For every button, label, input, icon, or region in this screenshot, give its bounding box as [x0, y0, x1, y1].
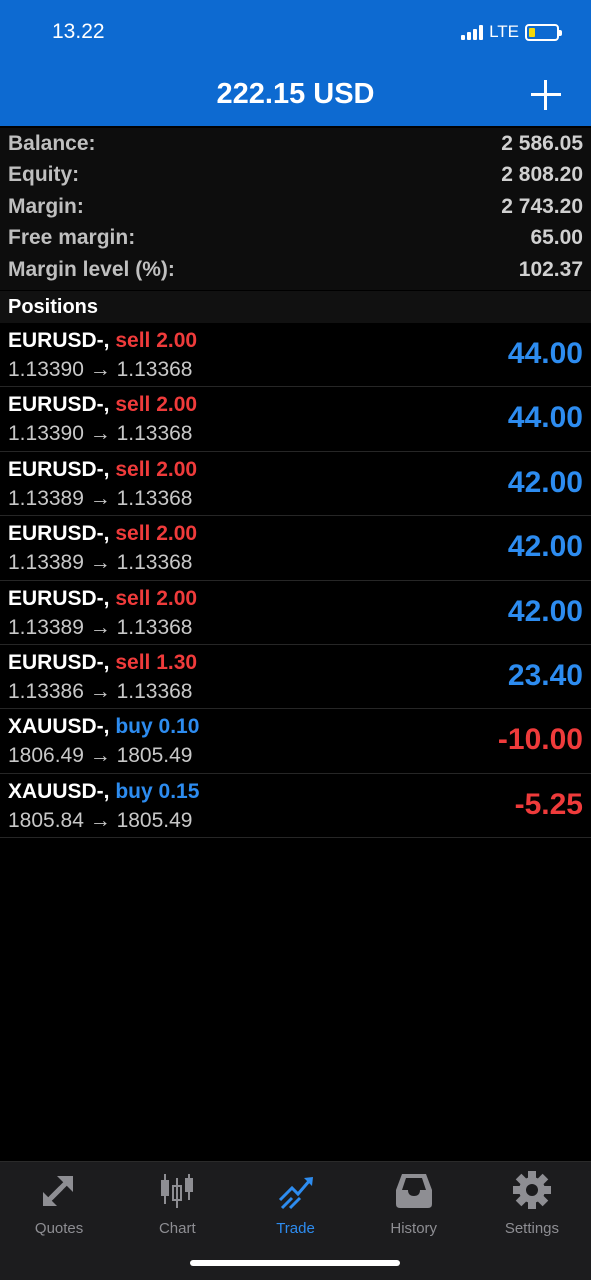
- tab-label: History: [390, 1220, 438, 1237]
- position-action: sell 1.30: [115, 650, 198, 674]
- tab-label: Chart: [158, 1220, 196, 1237]
- summary-row-equity: Equity: 2 808.20: [0, 160, 591, 192]
- position-row[interactable]: EURUSD-, sell 2.00 1.13390 → 1.13368 44.…: [0, 323, 591, 388]
- position-row[interactable]: EURUSD-, sell 2.00 1.13389 → 1.13368 42.…: [0, 452, 591, 517]
- summary-label: Balance:: [8, 131, 96, 155]
- position-action: sell 2.00: [115, 329, 198, 352]
- position-profit: 44.00: [507, 337, 583, 370]
- position-row[interactable]: XAUUSD-, buy 0.15 1805.84 → 1805.49 -5.2…: [0, 774, 591, 839]
- add-order-button[interactable]: [531, 80, 561, 110]
- position-prices: 1.13389 → 1.13368: [8, 486, 193, 510]
- header-bar: 13.22 LTE 222.15 USD: [0, 0, 591, 126]
- position-symbol: XAUUSD-,: [8, 715, 110, 739]
- position-symbol: EURUSD-,: [8, 522, 110, 546]
- battery-icon: [525, 23, 562, 41]
- position-profit: 42.00: [507, 594, 583, 628]
- position-prices: 1806.49 → 1805.49: [8, 744, 193, 768]
- summary-row-free-margin: Free margin: 65.00: [0, 223, 591, 255]
- position-prices: 1.13390 → 1.13368: [8, 358, 193, 381]
- position-row[interactable]: EURUSD-, sell 2.00 1.13389 → 1.13368 42.…: [0, 581, 591, 645]
- summary-row-balance: Balance: 2 586.05: [0, 128, 591, 160]
- position-action: sell 2.00: [115, 393, 198, 417]
- summary-value: 65.00: [530, 226, 583, 250]
- position-symbol: XAUUSD-,: [8, 779, 110, 803]
- summary-row-margin: Margin: 2 743.20: [0, 191, 591, 223]
- summary-value: 2 743.20: [501, 194, 583, 218]
- position-profit: 42.00: [507, 530, 583, 564]
- chart-icon: [157, 1170, 197, 1210]
- position-prices: 1.13386 → 1.13368: [8, 679, 193, 703]
- position-row[interactable]: EURUSD-, sell 2.00 1.13389 → 1.13368 42.…: [0, 516, 591, 581]
- position-symbol: EURUSD-,: [8, 457, 110, 481]
- account-profit-title: 222.15 USD: [216, 78, 375, 110]
- tab-settings[interactable]: Settings: [473, 1162, 591, 1280]
- position-symbol: EURUSD-,: [8, 586, 110, 610]
- trade-icon: [276, 1170, 316, 1210]
- tab-label: Trade: [276, 1220, 315, 1237]
- position-row[interactable]: EURUSD-, sell 1.30 1.13386 → 1.13368 23.…: [0, 645, 591, 710]
- position-action: sell 2.00: [115, 522, 198, 546]
- position-symbol: EURUSD-,: [8, 650, 110, 674]
- position-profit: -10.00: [497, 723, 583, 757]
- position-symbol: EURUSD-,: [8, 329, 110, 352]
- account-summary: Balance: 2 586.05 Equity: 2 808.20 Margi…: [0, 128, 591, 290]
- position-profit: 23.40: [507, 658, 583, 692]
- position-row[interactable]: EURUSD-, sell 2.00 1.13390 → 1.13368 44.…: [0, 387, 591, 452]
- position-profit: 42.00: [507, 465, 583, 499]
- positions-section-title: Positions: [0, 291, 591, 323]
- history-icon: [394, 1170, 434, 1210]
- position-action: buy 0.15: [115, 779, 200, 803]
- summary-label: Margin level (%):: [8, 257, 175, 281]
- summary-value: 2 808.20: [501, 163, 583, 187]
- position-profit: 44.00: [507, 401, 583, 435]
- position-prices: 1.13390 → 1.13368: [8, 422, 193, 446]
- position-action: buy 0.10: [115, 715, 200, 739]
- summary-label: Margin:: [8, 194, 84, 218]
- tab-quotes[interactable]: Quotes: [0, 1162, 118, 1280]
- summary-label: Equity:: [8, 163, 80, 187]
- summary-row-margin-level: Margin level (%): 102.37: [0, 254, 591, 286]
- status-indicators: LTE: [461, 22, 562, 42]
- tab-label: Settings: [504, 1220, 560, 1237]
- quotes-icon: [39, 1170, 79, 1210]
- network-label: LTE: [489, 22, 519, 41]
- position-prices: 1.13389 → 1.13368: [8, 551, 193, 575]
- signal-icon: [461, 24, 484, 40]
- position-prices: 1.13389 → 1.13368: [8, 615, 193, 639]
- positions-list: EURUSD-, sell 2.00 1.13390 → 1.13368 44.…: [0, 323, 591, 839]
- position-action: sell 2.00: [115, 586, 198, 610]
- position-prices: 1805.84 → 1805.49: [8, 808, 193, 832]
- status-time: 13.22: [52, 20, 105, 43]
- home-indicator[interactable]: [190, 1260, 400, 1266]
- position-symbol: EURUSD-,: [8, 393, 110, 417]
- tab-label: Quotes: [34, 1220, 84, 1237]
- summary-value: 2 586.05: [501, 131, 583, 155]
- position-row[interactable]: XAUUSD-, buy 0.10 1806.49 → 1805.49 -10.…: [0, 709, 591, 774]
- position-profit: -5.25: [514, 787, 583, 821]
- summary-value: 102.37: [518, 257, 583, 281]
- settings-icon: [512, 1170, 552, 1210]
- position-action: sell 2.00: [115, 457, 198, 481]
- summary-label: Free margin:: [8, 226, 136, 250]
